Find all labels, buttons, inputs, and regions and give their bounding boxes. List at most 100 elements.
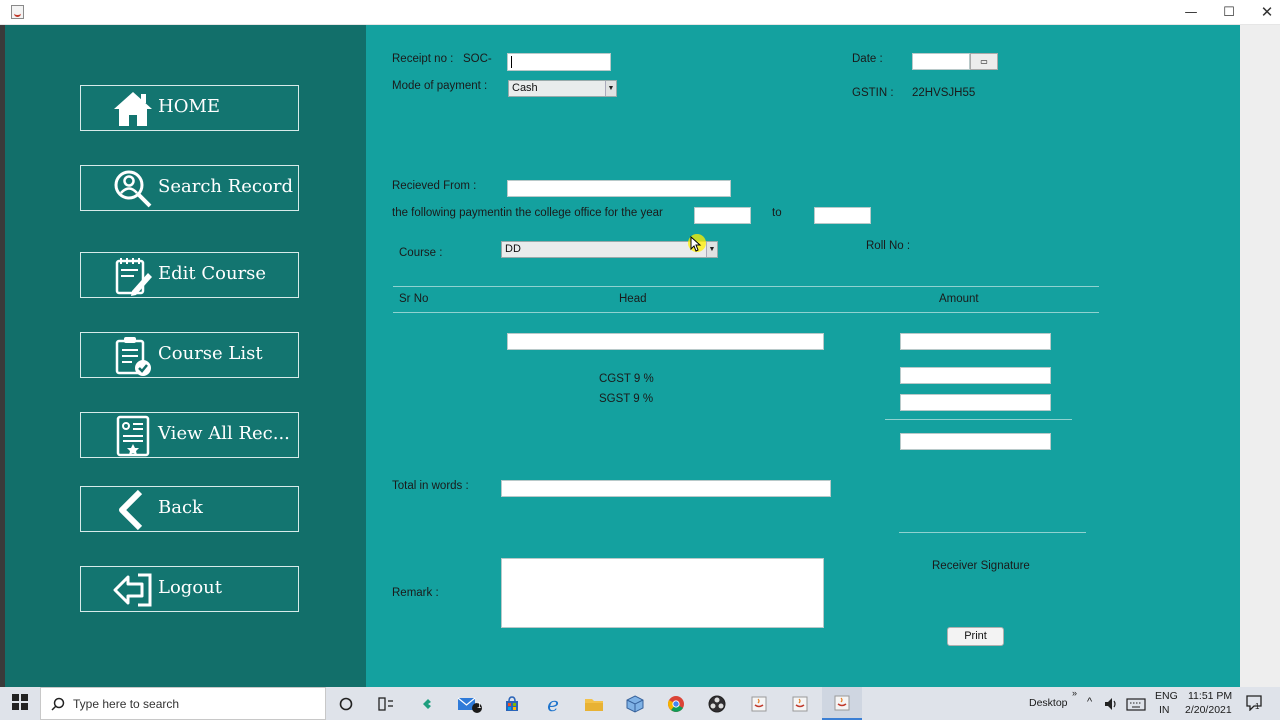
col-header-head: Head xyxy=(619,293,647,305)
taskbar-search-box[interactable]: Type here to search xyxy=(40,687,326,720)
total-amount-input[interactable] xyxy=(900,433,1051,450)
receiver-signature-label: Receiver Signature xyxy=(932,560,1030,572)
java-app-icon[interactable] xyxy=(780,687,820,720)
sidebar-item-label: HOME xyxy=(158,96,221,117)
task-view-icon[interactable] xyxy=(366,687,406,720)
notification-icon[interactable] xyxy=(1246,695,1262,715)
table-top-divider xyxy=(393,286,1099,287)
total-in-words-input[interactable] xyxy=(501,480,831,497)
received-from-label: Recieved From : xyxy=(392,180,477,192)
subtotal-divider xyxy=(885,419,1072,420)
sidebar-item-course-list[interactable]: Course List xyxy=(80,332,299,378)
search-icon xyxy=(51,697,65,711)
total-in-words-label: Total in words : xyxy=(392,480,469,492)
store-icon[interactable] xyxy=(492,687,532,720)
remark-textarea[interactable] xyxy=(501,558,824,628)
chrome-icon[interactable] xyxy=(656,687,696,720)
chevron-down-icon: ▼ xyxy=(706,242,717,257)
receipt-prefix-label: SOC- xyxy=(463,53,492,65)
sidebar-item-label: Search Record xyxy=(158,176,293,197)
receipt-no-label: Receipt no : xyxy=(392,53,454,65)
date-label: Date : xyxy=(852,53,883,65)
year-from-input[interactable] xyxy=(694,207,751,224)
java-app-icon[interactable] xyxy=(739,687,779,720)
text-caret xyxy=(511,56,512,68)
receipt-no-input[interactable] xyxy=(507,53,611,71)
volume-icon[interactable] xyxy=(1104,696,1120,715)
sidebar-item-label: Course List xyxy=(158,343,263,364)
virtualbox-icon[interactable] xyxy=(615,687,655,720)
mouse-cursor-highlight xyxy=(688,234,706,252)
sidebar-item-view-all-records[interactable]: View All Rec... xyxy=(80,412,299,458)
payment-year-label: the following paymentin the college offi… xyxy=(392,207,663,219)
sgst-amount-input[interactable] xyxy=(900,394,1051,411)
chevron-down-icon: ▼ xyxy=(605,81,616,96)
cortana-icon[interactable] xyxy=(326,687,366,720)
edit-document-icon xyxy=(111,257,155,296)
mode-of-payment-value: Cash xyxy=(512,82,538,94)
sidebar-item-label: Logout xyxy=(158,577,222,598)
mail-badge: 1 xyxy=(477,701,482,710)
gstin-label: GSTIN : xyxy=(852,87,894,99)
visual-studio-code-icon[interactable] xyxy=(408,687,448,720)
sidebar-item-label: Edit Course xyxy=(158,263,267,284)
col-header-amount: Amount xyxy=(939,293,979,305)
sidebar-item-back[interactable]: Back xyxy=(80,486,299,532)
cgst-amount-input[interactable] xyxy=(900,367,1051,384)
course-value: DD xyxy=(505,243,521,255)
roll-no-label: Roll No : xyxy=(866,240,911,252)
head-input[interactable] xyxy=(507,333,824,350)
language-indicator-top[interactable]: ENG xyxy=(1155,690,1178,702)
sidebar-item-label: View All Rec... xyxy=(158,423,290,444)
received-from-input[interactable] xyxy=(507,180,731,197)
course-label: Course : xyxy=(399,247,443,259)
col-header-sr-no: Sr No xyxy=(399,293,429,305)
sidebar-item-logout[interactable]: Logout xyxy=(80,566,299,612)
chevron-right-icon[interactable]: » xyxy=(1072,688,1077,698)
signature-line xyxy=(899,532,1086,533)
amount-input[interactable] xyxy=(900,333,1051,350)
records-list-icon xyxy=(111,415,155,457)
close-button[interactable]: ✕ xyxy=(1244,0,1280,25)
remark-label: Remark : xyxy=(392,587,439,599)
mode-of-payment-select[interactable]: Cash ▼ xyxy=(508,80,617,97)
windows-taskbar: Type here to search 1 e Desktop » ^ ENG … xyxy=(0,687,1280,720)
file-explorer-icon[interactable] xyxy=(574,687,614,720)
clock-date[interactable]: 2/20/2021 xyxy=(1185,704,1232,716)
sidebar: HOME Search Record Edit Course Course Li… xyxy=(5,25,366,687)
mail-icon[interactable]: 1 xyxy=(450,687,490,720)
java-app-icon-active[interactable] xyxy=(822,687,862,720)
calendar-icon[interactable]: ▭ xyxy=(970,53,998,70)
edge-browser-icon[interactable]: e xyxy=(533,687,573,720)
taskbar-search-placeholder: Type here to search xyxy=(73,696,180,711)
notification-count: 1 xyxy=(1255,702,1260,711)
start-button[interactable] xyxy=(0,687,40,720)
logout-arrow-icon xyxy=(111,571,155,609)
year-to-input[interactable] xyxy=(814,207,871,224)
course-select[interactable]: DD ▼ xyxy=(501,241,718,258)
sidebar-item-search-record[interactable]: Search Record xyxy=(80,165,299,211)
keyboard-icon[interactable] xyxy=(1126,696,1146,715)
print-button[interactable]: Print xyxy=(947,627,1004,646)
obs-studio-icon[interactable] xyxy=(697,687,737,720)
clipboard-check-icon xyxy=(111,337,155,376)
home-icon xyxy=(111,90,155,128)
clock-time[interactable]: 11:51 PM xyxy=(1188,690,1232,702)
window-titlebar: — ☐ ✕ xyxy=(0,0,1280,25)
gstin-value: 22HVSJH55 xyxy=(912,87,976,99)
table-header-divider xyxy=(393,312,1099,313)
date-input[interactable] xyxy=(912,53,970,70)
java-app-icon xyxy=(11,5,24,19)
to-label: to xyxy=(772,207,782,219)
sidebar-item-edit-course[interactable]: Edit Course xyxy=(80,252,299,298)
chevron-up-icon[interactable]: ^ xyxy=(1087,696,1092,708)
desktop-toolbar-label[interactable]: Desktop xyxy=(1029,697,1068,709)
cgst-label: CGST 9 % xyxy=(599,373,654,385)
sidebar-item-home[interactable]: HOME xyxy=(80,85,299,131)
search-user-icon xyxy=(111,170,155,208)
mode-of-payment-label: Mode of payment : xyxy=(392,80,488,92)
language-indicator-bottom[interactable]: IN xyxy=(1159,704,1170,716)
windows-logo-icon xyxy=(12,693,28,714)
sgst-label: SGST 9 % xyxy=(599,393,654,405)
sidebar-item-label: Back xyxy=(158,497,203,518)
